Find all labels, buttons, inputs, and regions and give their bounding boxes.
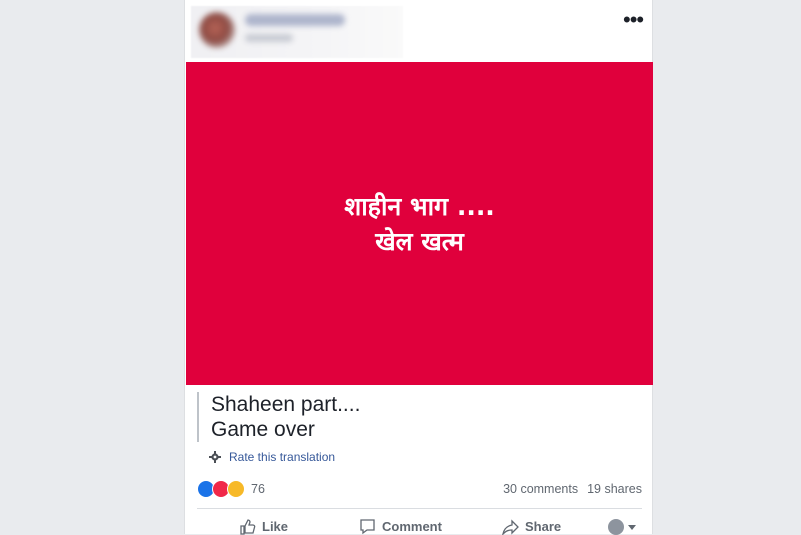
- reactions-summary[interactable]: 76: [197, 480, 265, 498]
- banner-line-1: शाहीन भाग ....: [344, 191, 495, 221]
- rate-translation-label: Rate this translation: [229, 450, 336, 464]
- like-label: Like: [262, 519, 289, 534]
- share-button[interactable]: Share: [502, 518, 561, 535]
- share-as-selector[interactable]: [608, 519, 636, 535]
- more-options-icon[interactable]: •••: [623, 9, 649, 31]
- comments-count-link[interactable]: 30 comments: [503, 482, 578, 496]
- shares-count-link[interactable]: 19 shares: [587, 482, 642, 496]
- reactions-count: 76: [251, 482, 265, 496]
- speech-bubble-icon: [360, 519, 375, 535]
- viewer-avatar-icon: [608, 519, 624, 535]
- banner-line-2: खेल खत्म: [375, 226, 464, 256]
- haha-reaction-icon: [227, 480, 245, 498]
- post-card: ••• शाहीन भाग .... खेल खत्म Shaheen part…: [184, 0, 654, 535]
- post-image-banner[interactable]: शाहीन भाग .... खेल खत्म: [186, 62, 653, 385]
- caret-down-icon: [628, 524, 636, 530]
- thumbs-up-icon: [240, 519, 256, 535]
- translated-caption: Shaheen part.... Game over: [197, 392, 651, 442]
- engagement-stats: 76 30 comments 19 shares: [197, 478, 642, 500]
- caption-line-1: Shaheen part....: [211, 393, 361, 416]
- share-label: Share: [525, 519, 562, 534]
- author-avatar[interactable]: [199, 12, 235, 48]
- share-arrow-icon: [502, 519, 519, 535]
- divider: [197, 508, 642, 509]
- author-name-redacted[interactable]: [245, 14, 345, 26]
- like-button[interactable]: Like: [239, 518, 288, 535]
- post-header: •••: [185, 0, 654, 62]
- comment-label: Comment: [382, 519, 442, 534]
- comment-button[interactable]: Comment: [359, 518, 442, 535]
- gear-icon: [209, 451, 221, 463]
- post-actions-bar: Like Comment Share: [197, 514, 642, 535]
- post-meta-redacted: [245, 34, 293, 42]
- rate-translation-link[interactable]: Rate this translation: [209, 450, 335, 464]
- caption-line-2: Game over: [211, 418, 315, 441]
